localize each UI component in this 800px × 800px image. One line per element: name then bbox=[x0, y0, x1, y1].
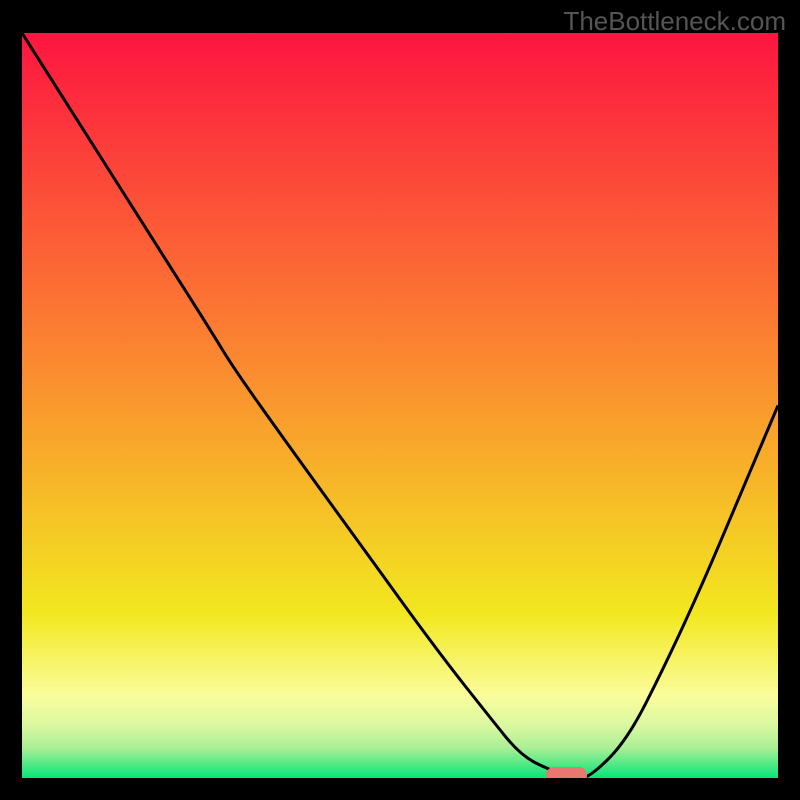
optimal-point-marker bbox=[546, 767, 588, 778]
chart-plot-area bbox=[22, 33, 778, 778]
watermark-text: TheBottleneck.com bbox=[563, 6, 786, 37]
chart-svg bbox=[22, 33, 778, 778]
